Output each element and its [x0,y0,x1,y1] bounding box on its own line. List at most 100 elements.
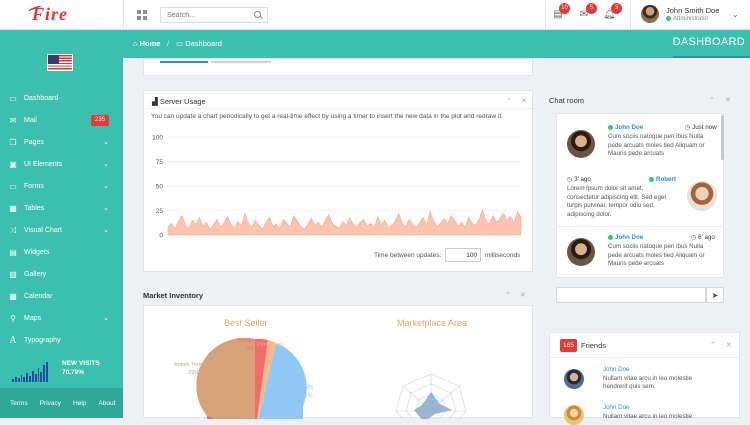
title-underline [673,56,750,58]
files-icon: ❐ [9,138,17,147]
chat-time: ◷ Just now [685,124,717,133]
table-icon: ▦ [9,204,17,213]
chevron-down-icon: ⌄ [103,183,109,190]
chat-message-input[interactable] [556,287,706,303]
y-tick-label: 50 [156,184,164,191]
sidebar-item-label: Gallery [24,271,47,278]
sidebar-item-gallery[interactable]: ▨ Gallery [0,264,123,286]
footer-link-privacy[interactable]: Privacy [40,400,61,407]
sidebar-item-mail[interactable]: ✉ Mail 235 [0,110,123,132]
chat-sender[interactable]: John Doe [615,234,643,241]
update-interval-input[interactable]: 100 [445,248,482,262]
breadcrumb-home[interactable]: ⌂ Home [133,39,160,48]
panel-header: ▟ Server Usage [152,97,206,106]
footer-link-help[interactable]: Help [73,400,86,407]
close-icon[interactable]: ✕ [725,96,731,104]
widget-icon: ▤ [9,248,17,257]
y-tick-label: 25 [156,208,164,215]
sidebar-item-maps[interactable]: ⚲ Maps ⌄ [0,308,123,330]
avatar[interactable] [564,405,584,425]
sidebar-item-tables[interactable]: ▦ Tables ⌄ [0,198,123,220]
update-interval-label: Time between updates: [374,252,442,259]
chevron-down-icon: ⌄ [103,227,109,234]
chat-sender[interactable]: John Doe [615,124,643,131]
panel-header: Chat room ⌃ ✕ [549,90,740,110]
sidebar-item-ui-elements[interactable]: ▣ UI Elements ⌄ [0,154,123,176]
chat-text-line: pede arcuats moles tied Aliquam or [608,141,705,149]
breadcrumb-current[interactable]: ▭ Dashboard [176,39,222,48]
user-avatar[interactable] [641,5,659,23]
alert-badge: 3 [611,3,622,14]
sidebar-item-typography[interactable]: A Typography [0,330,123,352]
visits-value: 70,79% [62,369,85,376]
font-icon: A [9,335,17,346]
update-interval: Time between updates: 100 milliseconds [374,248,520,262]
breadcrumb-separator: / [167,39,170,48]
pie-label-cms: CMS 22% [301,385,314,399]
friend-item[interactable]: John Doe Nullam vitae arcu in leo molest… [603,404,692,421]
chevron-down-icon[interactable]: ⌄ [732,10,739,19]
sidebar-item-pages[interactable]: ❐ Pages ⌄ [0,132,123,154]
chevron-down-icon: ⌄ [103,139,109,146]
friend-name[interactable]: John Doe [603,366,692,375]
top-bar: Fire ▤ 10 ✉ 5 🔔︎ 3 John Smith Doe Admini… [0,0,750,30]
avatar[interactable] [687,181,717,211]
mail-badge: 5 [586,3,597,14]
chat-text-line: pede arcuats moles tied Aliquam or [608,251,705,259]
inventory-body: Best Seller Marketplace Area Admin Templ… [143,305,533,419]
friend-item[interactable]: John Doe Nullam vitae arcu in leo molest… [603,366,692,392]
app-logo[interactable]: Fire [32,4,68,25]
sidebar-item-label: Maps [24,315,42,322]
envelope-icon: ✉ [9,116,17,125]
breadcrumb-current-label: Dashboard [185,39,222,48]
tab-active-indicator[interactable] [160,61,208,63]
avatar[interactable] [564,369,584,389]
chat-messages[interactable]: John Doe ◷ Just now Cum sociis natoque p… [556,113,724,278]
sidebar-item-dashboard[interactable]: ▭ Dashboard [0,88,123,110]
mail-count-badge: 235 [90,115,109,126]
panel-title: Chat room [549,96,585,105]
chat-sender[interactable]: Robert [656,176,676,183]
search-icon[interactable] [254,11,261,18]
collapse-icon[interactable]: ⌃ [505,291,511,299]
send-icon[interactable]: ➤ [706,287,724,303]
collapse-icon[interactable]: ⌃ [709,96,715,104]
clock-icon: ◷ [567,176,573,183]
y-tick-label: 0 [159,233,163,240]
chat-text-line: Cum sociis natoque pen ibus Nulla [608,133,704,140]
chat-message: John Doe [608,234,643,243]
chat-time-text: Just now [692,124,717,131]
chat-text: Lorem ipsum dolor sit amet, consectetur … [567,185,666,219]
collapse-icon[interactable]: ⌃ [506,97,512,105]
chat-scrollbar[interactable] [721,115,724,160]
close-icon[interactable]: ✕ [521,97,527,105]
sidebar-item-label: Widgets [24,249,50,256]
y-tick-label: 75 [156,159,164,166]
sidebar-item-forms[interactable]: ▭ Forms ⌄ [0,176,123,198]
grid-menu-icon[interactable] [137,10,147,20]
tab-inactive-indicator[interactable] [211,61,271,63]
sidebar-item-widgets[interactable]: ▤ Widgets [0,242,123,264]
panel-title: Friends [581,341,607,350]
search-input[interactable] [160,7,268,23]
page-title: DASHBOARD [672,36,745,48]
online-status-icon [608,234,613,240]
server-usage-chart: 100 75 50 25 0 [152,135,522,240]
close-icon[interactable]: ✕ [726,341,732,349]
footer-link-about[interactable]: About [98,400,115,407]
form-icon: ▭ [9,182,17,191]
sidebar-item-calendar[interactable]: ▦ Calendar [0,286,123,308]
sidebar-item-visual-chart[interactable]: ⤨ Visual Chart ⌄ [0,220,123,242]
avatar[interactable] [567,130,595,158]
user-name[interactable]: John Smith Doe [666,6,719,15]
divider [545,0,546,30]
us-flag-icon[interactable] [47,54,73,71]
friend-text: Nullam vitae arcu in leo molestie [603,374,693,382]
footer-link-terms[interactable]: Terms [10,400,28,407]
friend-name[interactable]: John Doe [603,404,692,413]
collapse-icon[interactable]: ⌃ [710,341,716,349]
avatar[interactable] [567,238,595,266]
sidebar-item-label: Pages [24,139,44,146]
close-icon[interactable]: ✕ [520,291,526,299]
inbox-badge: 10 [559,3,570,14]
